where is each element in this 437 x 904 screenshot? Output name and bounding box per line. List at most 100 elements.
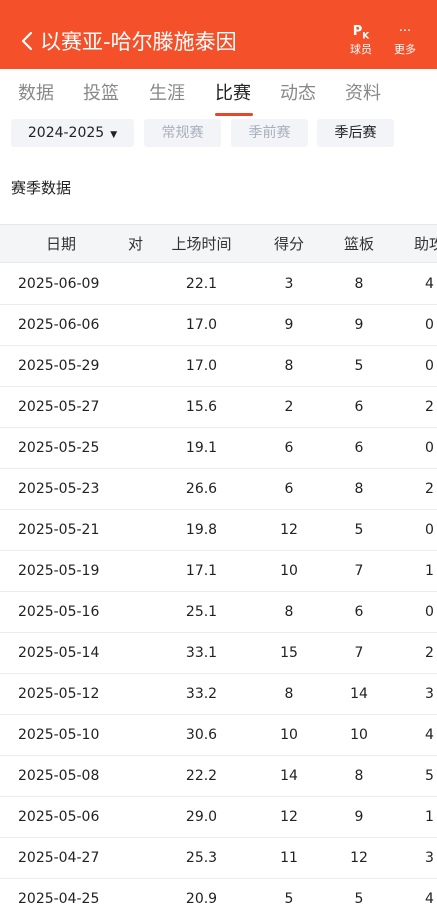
cell-minutes: 33.1 <box>185 645 218 661</box>
table-row[interactable]: 2025-04-27 25.3 11 12 3 <box>0 838 437 879</box>
cell-date: 2025-05-21 <box>18 522 100 538</box>
table-row[interactable]: 2025-05-23 26.6 6 8 2 <box>0 469 437 510</box>
more-dots-icon: ··· <box>398 24 412 39</box>
cell-rebounds: 6 <box>354 440 364 456</box>
cell-minutes: 26.6 <box>185 481 218 497</box>
header-points[interactable]: 得分 <box>254 225 324 262</box>
cell-assists: 2 <box>425 481 434 497</box>
header-rebounds[interactable]: 篮板 <box>324 225 394 262</box>
cell-points: 6 <box>284 440 294 456</box>
preseason-chip[interactable]: 季前赛 <box>231 119 308 147</box>
table-row[interactable]: 2025-05-06 29.0 12 9 1 <box>0 797 437 838</box>
cell-points: 12 <box>280 522 298 538</box>
table-row[interactable]: 2025-04-25 20.9 5 5 4 <box>0 879 437 904</box>
table-row[interactable]: 2025-05-21 19.8 12 5 0 <box>0 510 437 551</box>
cell-date: 2025-05-29 <box>18 358 100 374</box>
cell-rebounds: 5 <box>354 891 364 904</box>
cell-date: 2025-05-23 <box>18 481 100 497</box>
table-row[interactable]: 2025-05-19 17.1 10 7 1 <box>0 551 437 592</box>
cell-minutes: 33.2 <box>185 686 218 702</box>
cell-points: 10 <box>280 563 298 579</box>
player-pk-button[interactable]: PK 球员 <box>343 22 379 62</box>
page-title: 以赛亚-哈尔滕施泰因 <box>40 30 237 54</box>
cell-minutes: 22.1 <box>185 276 218 292</box>
cell-rebounds: 12 <box>350 850 368 866</box>
tab-profile[interactable]: 资料 <box>345 81 381 107</box>
cell-opponent <box>122 264 149 304</box>
cell-minutes: 25.3 <box>185 850 218 866</box>
cell-opponent <box>122 756 149 796</box>
table-header: 日期 对 上场时间 得分 篮板 助攻 <box>0 224 437 263</box>
cell-opponent <box>122 797 149 837</box>
table-row[interactable]: 2025-05-14 33.1 15 7 2 <box>0 633 437 674</box>
tab-shooting[interactable]: 投篮 <box>83 81 119 107</box>
back-arrow-icon[interactable] <box>14 26 40 56</box>
cell-date: 2025-05-06 <box>18 809 100 825</box>
tab-bar: 数据 投篮 生涯 比赛 动态 资料 <box>0 69 437 119</box>
more-button-label: 更多 <box>394 43 416 56</box>
cell-date: 2025-05-16 <box>18 604 100 620</box>
cell-rebounds: 9 <box>354 317 364 333</box>
cell-assists: 4 <box>425 276 434 292</box>
cell-date: 2025-04-25 <box>18 891 100 904</box>
table-row[interactable]: 2025-05-12 33.2 8 14 3 <box>0 674 437 715</box>
table-row[interactable]: 2025-05-29 17.0 8 5 0 <box>0 346 437 387</box>
cell-opponent <box>122 469 149 509</box>
cell-date: 2025-06-06 <box>18 317 100 333</box>
cell-points: 8 <box>284 604 294 620</box>
tab-career[interactable]: 生涯 <box>149 81 185 107</box>
cell-opponent <box>122 551 149 591</box>
more-button[interactable]: ··· 更多 <box>387 22 423 62</box>
cell-points: 9 <box>284 317 294 333</box>
cell-date: 2025-04-27 <box>18 850 100 866</box>
header-opponent: 对 <box>127 235 143 253</box>
active-tab-indicator <box>215 113 253 116</box>
regular-season-chip[interactable]: 常规赛 <box>144 119 221 147</box>
cell-date: 2025-05-12 <box>18 686 100 702</box>
cell-assists: 1 <box>425 563 434 579</box>
header-date[interactable]: 日期 <box>0 225 122 262</box>
cell-opponent <box>122 387 149 427</box>
season-select[interactable]: 2024-2025 ▼ <box>11 119 134 147</box>
table-row[interactable]: 2025-05-08 22.2 14 8 5 <box>0 756 437 797</box>
cell-points: 14 <box>280 768 298 784</box>
cell-assists: 2 <box>425 645 434 661</box>
cell-opponent <box>122 838 149 878</box>
cell-opponent <box>122 879 149 904</box>
playoffs-chip[interactable]: 季后赛 <box>317 119 394 147</box>
cell-rebounds: 5 <box>354 358 364 374</box>
pk-icon: PK <box>352 24 370 42</box>
cell-minutes: 25.1 <box>185 604 218 620</box>
table-row[interactable]: 2025-05-10 30.6 10 10 4 <box>0 715 437 756</box>
cell-points: 3 <box>284 276 294 292</box>
season-value: 2024-2025 <box>27 125 105 141</box>
header-assists[interactable]: 助攻 <box>394 225 437 262</box>
cell-opponent <box>122 346 149 386</box>
tab-stats[interactable]: 数据 <box>18 81 54 107</box>
cell-rebounds: 7 <box>354 563 364 579</box>
cell-points: 11 <box>280 850 298 866</box>
header-minutes[interactable]: 上场时间 <box>149 225 254 262</box>
cell-opponent <box>122 674 149 714</box>
cell-minutes: 17.1 <box>185 563 218 579</box>
filter-bar: 2024-2025 ▼ 常规赛 季前赛 季后赛 <box>0 117 437 151</box>
table-row[interactable]: 2025-06-09 22.1 3 8 4 <box>0 264 437 305</box>
cell-minutes: 19.1 <box>185 440 218 456</box>
tab-games[interactable]: 比赛 <box>215 81 251 107</box>
cell-assists: 3 <box>425 850 434 866</box>
table-row[interactable]: 2025-05-27 15.6 2 6 2 <box>0 387 437 428</box>
caret-down-icon: ▼ <box>110 130 118 140</box>
cell-date: 2025-05-08 <box>18 768 100 784</box>
cell-rebounds: 5 <box>354 522 364 538</box>
cell-rebounds: 7 <box>354 645 364 661</box>
tab-news[interactable]: 动态 <box>280 81 316 107</box>
table-row[interactable]: 2025-05-16 25.1 8 6 0 <box>0 592 437 633</box>
cell-opponent <box>122 510 149 550</box>
app-header: 以赛亚-哈尔滕施泰因 PK 球员 ··· 更多 <box>0 0 437 69</box>
table-row[interactable]: 2025-05-25 19.1 6 6 0 <box>0 428 437 469</box>
cell-assists: 5 <box>425 768 434 784</box>
player-button-label: 球员 <box>350 43 372 56</box>
cell-assists: 0 <box>425 604 434 620</box>
table-row[interactable]: 2025-06-06 17.0 9 9 0 <box>0 305 437 346</box>
cell-minutes: 15.6 <box>185 399 218 415</box>
